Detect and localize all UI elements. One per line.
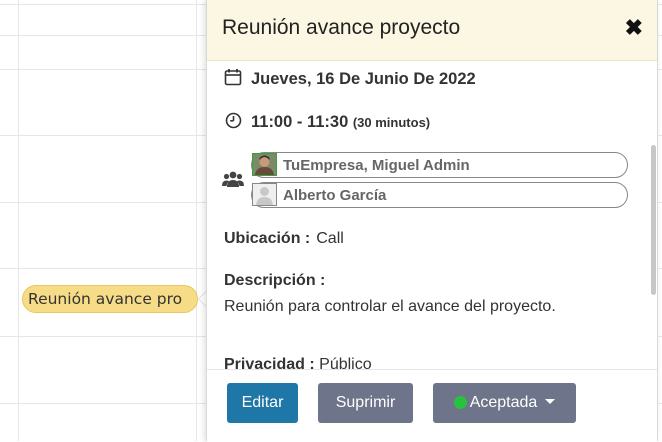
calendar-event-chip[interactable]: Reunión avance pro [22, 285, 198, 313]
caret-down-icon [545, 399, 556, 404]
attendee-item[interactable]: TuEmpresa, Miguel Admin [251, 152, 628, 178]
time-range: 11:00 - 11:30 [251, 113, 349, 131]
location-value: Call [316, 230, 344, 247]
status-label: Aceptada [469, 394, 538, 411]
attendee-name: TuEmpresa, Miguel Admin [283, 157, 470, 174]
edit-button[interactable]: Editar [227, 383, 298, 423]
users-icon [222, 171, 244, 187]
event-popover: Reunión avance proyecto ✖ Jueves, 16 De … [206, 0, 658, 442]
delete-button[interactable]: Suprimir [318, 383, 413, 423]
close-icon[interactable]: ✖ [625, 17, 643, 39]
clock-icon [225, 112, 242, 129]
status-dropdown-button[interactable]: Aceptada [433, 383, 576, 423]
event-time: 11:00 - 11:30 (30 minutos) [251, 113, 430, 132]
attendee-item[interactable]: Alberto García [251, 182, 628, 208]
calendar-icon [224, 69, 242, 86]
attendee-name: Alberto García [283, 187, 387, 204]
photo-avatar [252, 153, 277, 176]
popover-footer: Editar Suprimir Aceptada [207, 369, 657, 442]
location-label: Ubicación : [224, 230, 311, 247]
scrollbar[interactable] [651, 145, 656, 295]
default-user-avatar [252, 183, 277, 206]
popover-arrow [198, 291, 206, 307]
status-dot-icon [453, 396, 467, 409]
description-label: Descripción : [224, 272, 326, 289]
location-row: Ubicación : Call [224, 230, 344, 248]
time-duration: (30 minutos) [352, 115, 431, 130]
popover-header: Reunión avance proyecto ✖ [207, 0, 657, 61]
description-value: Reunión para controlar el avance del pro… [224, 298, 556, 315]
popover-title: Reunión avance proyecto [222, 16, 461, 39]
event-date: Jueves, 16 De Junio De 2022 [251, 70, 476, 88]
